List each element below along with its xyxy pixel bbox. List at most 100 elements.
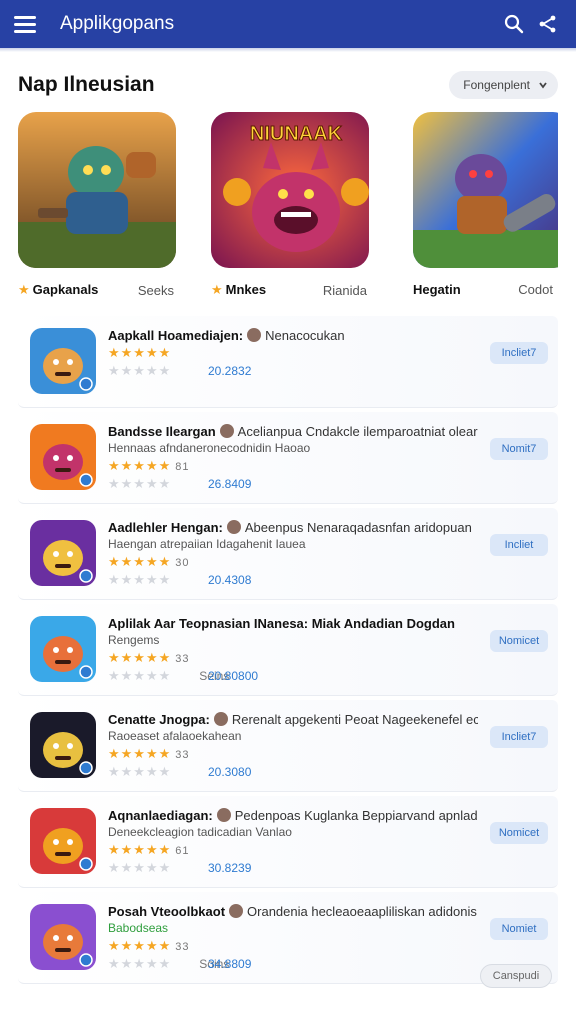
rating-stars: ★★★★★ 33	[108, 650, 190, 665]
featured-card[interactable]: NIUNAAK ★ Mnkes Rianida	[211, 112, 381, 298]
avatar	[213, 712, 228, 726]
app-icon	[30, 712, 96, 778]
search-icon[interactable]	[500, 10, 528, 38]
app-icon	[30, 808, 96, 874]
app-number: 30.8239	[208, 861, 252, 875]
app-subtitle: Hennaas afndaneronecodnidin Haoao	[108, 441, 311, 455]
rating-stars: ★★★★★ 81	[108, 458, 190, 473]
list-item[interactable]: Bandsse Ileargan Acelianpua Cndakcle ilem…	[18, 412, 558, 504]
app-number: 20.80800	[208, 669, 259, 683]
sort-dropdown[interactable]: Fongenplent	[449, 71, 558, 99]
app-number: 26.8409	[208, 477, 252, 491]
star-icon: ★	[18, 282, 30, 297]
app-subtitle: Rengems	[108, 633, 160, 647]
avatar	[226, 520, 241, 534]
rating-stars-empty: ★★★★★	[108, 860, 172, 875]
game-art-warrior	[18, 112, 176, 268]
featured-carousel: ★ Gapkanals Seeks NIUNAAK ★ Mnkes Rianida	[18, 112, 576, 302]
chevron-down-icon	[539, 82, 547, 89]
list-item[interactable]: Cenatte Jnogpa: Rerenalt apgekenti Peoat …	[18, 700, 558, 792]
rating-count: 30	[175, 557, 190, 569]
rating-stars: ★★★★★	[108, 345, 172, 360]
tile-logo-text: NIUNAAK	[250, 123, 343, 145]
install-button[interactable]: Nomiet	[490, 918, 548, 940]
avatar	[247, 328, 262, 342]
rating-stars-empty: ★★★★★	[108, 956, 172, 971]
install-button[interactable]: Nomicet	[490, 630, 548, 652]
app-subtitle: Deneekcleagion tadicadian Vanlao	[108, 825, 292, 839]
app-title: Aplilak Aar Teopnasian INanesa: Miak And…	[108, 616, 455, 631]
app-title: Bandsse Ileargan	[108, 424, 216, 439]
rating-stars: ★★★★★ 33	[108, 746, 190, 761]
app-list: Aapkall Hoamediajen: Nenacocukan ★★★★★ ★★…	[18, 316, 558, 988]
rating-count: 81	[175, 461, 190, 473]
menu-icon[interactable]	[14, 10, 42, 38]
section-header: Nap Ilneusian Fongenplent	[18, 70, 558, 100]
featured-card[interactable]: ★ Gapkanals Seeks	[18, 112, 188, 298]
app-description: Orandenia hecleaoeaapliliskan adidonis	[247, 904, 477, 919]
app-title: Aqnanlaediagan:	[108, 808, 213, 823]
featured-sub: Codot	[518, 282, 553, 297]
rating-count: 33	[175, 749, 190, 761]
app-subtitle: Haengan atrepaiian Idagahenit Iauea	[108, 537, 306, 551]
app-icon	[30, 904, 96, 970]
app-description: Nenacocukan	[265, 328, 345, 343]
app-title: Applikgopans	[60, 13, 175, 34]
app-description: Pedenpoas Kuglanka Beppiarvand apnladan	[234, 808, 478, 823]
list-item[interactable]: Aplilak Aar Teopnasian INanesa: Miak And…	[18, 604, 558, 696]
app-description: Acelianpua Cndakcle ilemparoatniat olear…	[237, 424, 478, 439]
app-icon	[30, 616, 96, 682]
app-subtitle: Babodseas	[108, 921, 169, 935]
install-button[interactable]: Incliet7	[490, 342, 548, 364]
app-title: Cenatte Jnogpa:	[108, 712, 210, 727]
app-number: 34.8809	[208, 957, 252, 971]
featured-card[interactable]: Hegatin Codot	[413, 112, 576, 297]
rating-stars: ★★★★★ 33	[108, 938, 190, 953]
app-number: 20.4308	[208, 573, 252, 587]
app-icon	[30, 520, 96, 586]
install-button[interactable]: Nomit7	[490, 438, 548, 460]
rating-count: 33	[175, 653, 190, 665]
app-icon	[30, 328, 96, 394]
featured-name: Hegatin	[413, 282, 461, 297]
rating-stars-empty: ★★★★★	[108, 764, 172, 779]
featured-name: Gapkanals	[32, 282, 99, 297]
list-item[interactable]: Aadlehler Hengan: Abeenpus Nenaraqadasnfa…	[18, 508, 558, 600]
floating-action-button[interactable]: Canspudi	[480, 964, 552, 988]
app-description: Rerenalt apgekenti Peoat Nageekenefel ec…	[231, 712, 478, 727]
avatar	[216, 808, 231, 822]
rating-stars-empty: ★★★★★	[108, 363, 172, 378]
list-item[interactable]: Posah Vteoolbkaot Orandenia hecleaoeaapli…	[18, 892, 558, 984]
rating-stars-empty: ★★★★★	[108, 572, 172, 587]
install-button[interactable]: Incliet7	[490, 726, 548, 748]
featured-sub: Rianida	[322, 282, 367, 298]
app-title: Aapkall Hoamediajen:	[108, 328, 244, 343]
app-number: 20.3080	[208, 765, 252, 779]
rating-count: 61	[175, 845, 190, 857]
install-button[interactable]: Nomicet	[490, 822, 548, 844]
app-icon	[30, 424, 96, 490]
app-title: Posah Vteoolbkaot	[108, 904, 226, 919]
list-item[interactable]: Aapkall Hoamediajen: Nenacocukan ★★★★★ ★★…	[18, 316, 558, 408]
star-icon: ★	[211, 282, 223, 297]
game-art-monster: NIUNAAK	[211, 112, 369, 268]
app-subtitle: Raoeaset afalaoekahean	[108, 729, 242, 743]
app-description: Abeenpus Nenaraqadasnfan aridopuan	[244, 520, 472, 535]
rating-stars: ★★★★★ 30	[108, 554, 190, 569]
section-title: Nap Ilneusian	[18, 73, 155, 96]
rating-stars-empty: ★★★★★	[108, 668, 172, 683]
game-art-robot	[413, 112, 571, 268]
share-icon[interactable]	[534, 10, 562, 38]
featured-name: Mnkes	[225, 282, 267, 297]
app-title: Aadlehler Hengan:	[108, 520, 223, 535]
app-bar: Applikgopans	[0, 0, 576, 48]
rating-stars-empty: ★★★★★	[108, 476, 172, 491]
rating-count: 33	[175, 941, 190, 953]
sort-label: Fongenplent	[463, 78, 530, 92]
list-item[interactable]: Aqnanlaediagan: Pedenpoas Kuglanka Beppia…	[18, 796, 558, 888]
app-number: 20.2832	[208, 364, 252, 378]
install-button[interactable]: Incliet	[490, 534, 548, 556]
avatar	[219, 424, 234, 438]
featured-sub: Seeks	[137, 282, 174, 298]
avatar	[229, 904, 244, 918]
